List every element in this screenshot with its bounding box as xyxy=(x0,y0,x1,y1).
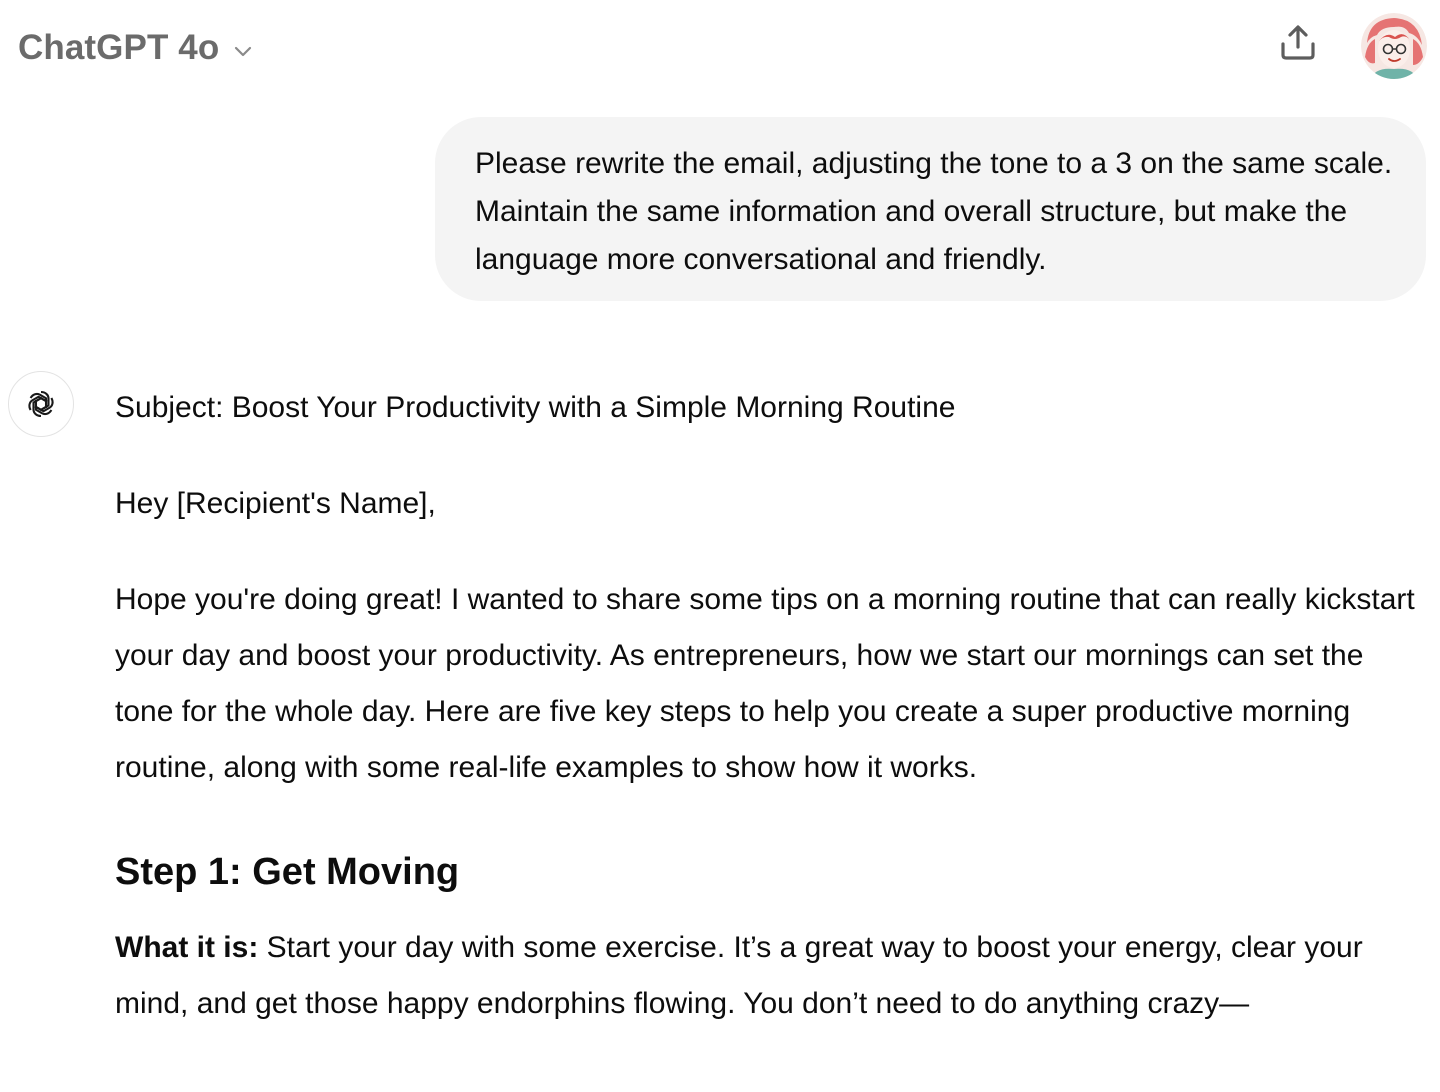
step-heading: Step 1: Get Moving xyxy=(115,851,460,893)
model-switcher[interactable]: ChatGPT 4o xyxy=(18,26,257,70)
model-name: ChatGPT 4o xyxy=(18,28,220,67)
share-upload-icon xyxy=(1278,22,1318,67)
share-button[interactable] xyxy=(1276,22,1320,66)
user-avatar[interactable] xyxy=(1361,13,1427,79)
chevron-down-icon xyxy=(229,37,257,65)
top-bar: ChatGPT 4o xyxy=(0,0,1440,96)
openai-logo-icon xyxy=(8,371,74,437)
chat-page: ChatGPT 4o Please rewrite the email, adj… xyxy=(0,0,1440,1092)
step-label: What it is: xyxy=(115,931,259,964)
email-intro: Hope you're doing great! I wanted to sha… xyxy=(115,583,1415,784)
email-greeting: Hey [Recipient's Name], xyxy=(115,487,436,520)
step-text: Start your day with some exercise. It’s … xyxy=(115,931,1363,1020)
assistant-message: Subject: Boost Your Productivity with a … xyxy=(115,380,1415,1032)
user-message: Please rewrite the email, adjusting the … xyxy=(435,117,1426,301)
step-description: What it is: Start your day with some exe… xyxy=(115,920,1415,1032)
email-subject: Subject: Boost Your Productivity with a … xyxy=(115,391,956,424)
